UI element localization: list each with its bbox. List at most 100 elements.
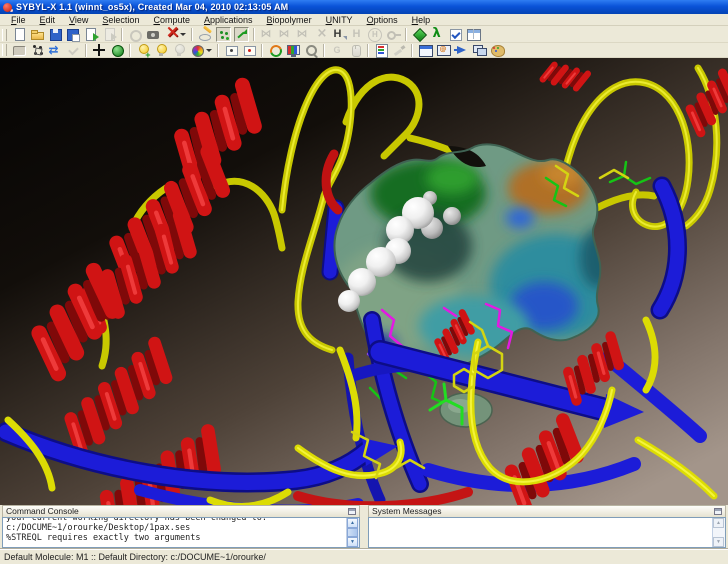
- save-as-button[interactable]: [64, 27, 82, 42]
- split-bond-button[interactable]: [294, 27, 312, 42]
- mouse-settings-button[interactable]: [346, 43, 364, 58]
- center-view-button[interactable]: [108, 43, 126, 58]
- menu-selection[interactable]: Selection: [95, 14, 146, 26]
- minimize-energy-button[interactable]: [410, 27, 428, 42]
- remove-hydrogens-button[interactable]: [348, 27, 366, 42]
- molecular-spreadsheet-button[interactable]: [464, 27, 482, 42]
- command-console-header[interactable]: Command Console: [2, 505, 360, 517]
- open-file-button[interactable]: [28, 27, 46, 42]
- add-light-button[interactable]: [134, 43, 152, 58]
- screen-capture-icon: [146, 27, 161, 42]
- join-bonds-button[interactable]: [258, 27, 276, 42]
- apply-check-button[interactable]: [64, 43, 82, 58]
- scroll-down-icon[interactable]: ▼: [347, 537, 358, 547]
- minimize-energy-icon: [412, 27, 427, 42]
- sysmsg-pin-icon[interactable]: [714, 508, 722, 515]
- mouse-settings-icon: [348, 43, 363, 58]
- menu-edit[interactable]: Edit: [33, 14, 63, 26]
- refresh-display-button[interactable]: [46, 43, 64, 58]
- menu-biopolymer[interactable]: Biopolymer: [260, 14, 319, 26]
- break-bond-button[interactable]: [312, 27, 330, 42]
- scroll-thumb[interactable]: [347, 528, 358, 537]
- sysmsg-scrollbar[interactable]: ▲ ▼: [712, 518, 725, 547]
- fit-view-toggle-button[interactable]: [232, 27, 250, 42]
- scroll-up-icon[interactable]: ▲: [347, 518, 358, 528]
- save-as-icon: [66, 27, 81, 42]
- toolbar-main[interactable]: [0, 27, 728, 43]
- biopolymer-tool-button[interactable]: [428, 27, 446, 42]
- title-bar[interactable]: SYBYL-X 1.1 (winnt_os5x), Created Mar 04…: [0, 0, 728, 14]
- scene-palette-icon: [490, 43, 505, 58]
- fit-view-toggle-icon: [234, 27, 249, 42]
- light-off-button[interactable]: [170, 43, 188, 58]
- menu-applications[interactable]: Applications: [197, 14, 260, 26]
- menu-bar[interactable]: FileEditViewSelectionComputeApplications…: [0, 14, 728, 26]
- join-bonds-icon: [260, 27, 275, 42]
- toolbar-grip[interactable]: [2, 29, 7, 41]
- display-properties-button[interactable]: [284, 43, 302, 58]
- dual-view-button[interactable]: [470, 43, 488, 58]
- console-scrollbar[interactable]: ▲ ▼: [346, 518, 359, 547]
- export-session-button[interactable]: [100, 27, 118, 42]
- hydrogen-options-button[interactable]: [366, 27, 384, 42]
- scroll-down-icon[interactable]: ▼: [713, 537, 724, 547]
- save-icon: [48, 27, 63, 42]
- toolbar-divider: [129, 44, 131, 57]
- undo-button[interactable]: [126, 27, 144, 42]
- menu-options[interactable]: Options: [360, 14, 405, 26]
- command-console-body[interactable]: your current working directory has been …: [2, 517, 360, 548]
- color-picker-button[interactable]: [188, 43, 206, 58]
- grid-toggle-button[interactable]: [328, 43, 346, 58]
- color-options-button[interactable]: [206, 43, 214, 58]
- label-atoms-button[interactable]: [222, 43, 240, 58]
- light-off-icon: [172, 43, 187, 58]
- toolbar-display[interactable]: [0, 43, 728, 58]
- delete-options-button[interactable]: [180, 27, 188, 42]
- scene-palette-button[interactable]: [488, 43, 506, 58]
- pointer-tool-button[interactable]: [452, 43, 470, 58]
- save-button[interactable]: [46, 27, 64, 42]
- molecule-panel-toggle-icon: [216, 27, 231, 42]
- toolbar-grip[interactable]: [2, 44, 7, 56]
- atom-selection-table-button[interactable]: [446, 27, 464, 42]
- fuse-atoms-button[interactable]: [276, 27, 294, 42]
- render-options-button[interactable]: [302, 43, 320, 58]
- console-line: %STREQL requires exactly two arguments: [6, 533, 345, 543]
- display-properties-icon: [286, 43, 301, 58]
- view-button-icon: [12, 43, 27, 58]
- system-messages-body[interactable]: ▲ ▼: [368, 517, 726, 548]
- molecule-panel-toggle-button[interactable]: [214, 27, 232, 42]
- system-messages-title: System Messages: [372, 506, 441, 517]
- new-window-button[interactable]: [416, 43, 434, 58]
- legend-panel-button[interactable]: [372, 43, 390, 58]
- translate-mode-button[interactable]: [90, 43, 108, 58]
- fuse-atoms-icon: [278, 27, 293, 42]
- paint-surface-button[interactable]: [390, 43, 408, 58]
- system-messages-panel[interactable]: System Messages ▲ ▼: [368, 505, 726, 549]
- toolbar-divider: [323, 44, 325, 57]
- console-pin-icon[interactable]: [348, 508, 356, 515]
- menu-unity[interactable]: UNITY: [319, 14, 360, 26]
- screen-capture-button[interactable]: [144, 27, 162, 42]
- add-hydrogens-button[interactable]: [330, 27, 348, 42]
- remote-display-button[interactable]: [434, 43, 452, 58]
- refresh-display-icon: [48, 43, 63, 58]
- menu-file[interactable]: File: [4, 14, 33, 26]
- system-messages-header[interactable]: System Messages: [368, 505, 726, 517]
- label-options-button[interactable]: [240, 43, 258, 58]
- sketch-molecule-button[interactable]: [196, 27, 214, 42]
- import-session-button[interactable]: [82, 27, 100, 42]
- bottom-panels: Command Console your current working dir…: [0, 505, 728, 549]
- menu-help[interactable]: Help: [405, 14, 438, 26]
- command-console-panel[interactable]: Command Console your current working dir…: [2, 505, 360, 549]
- delete-button[interactable]: [162, 27, 180, 42]
- show-atoms-button[interactable]: [28, 43, 46, 58]
- toggle-recycle-button[interactable]: [266, 43, 284, 58]
- view-button-button[interactable]: [10, 43, 28, 58]
- menu-view[interactable]: View: [62, 14, 95, 26]
- lock-tool-button[interactable]: [384, 27, 402, 42]
- viewport-3d[interactable]: [0, 58, 728, 505]
- scroll-up-icon[interactable]: ▲: [713, 518, 724, 528]
- new-file-button[interactable]: [10, 27, 28, 42]
- light-on-button[interactable]: [152, 43, 170, 58]
